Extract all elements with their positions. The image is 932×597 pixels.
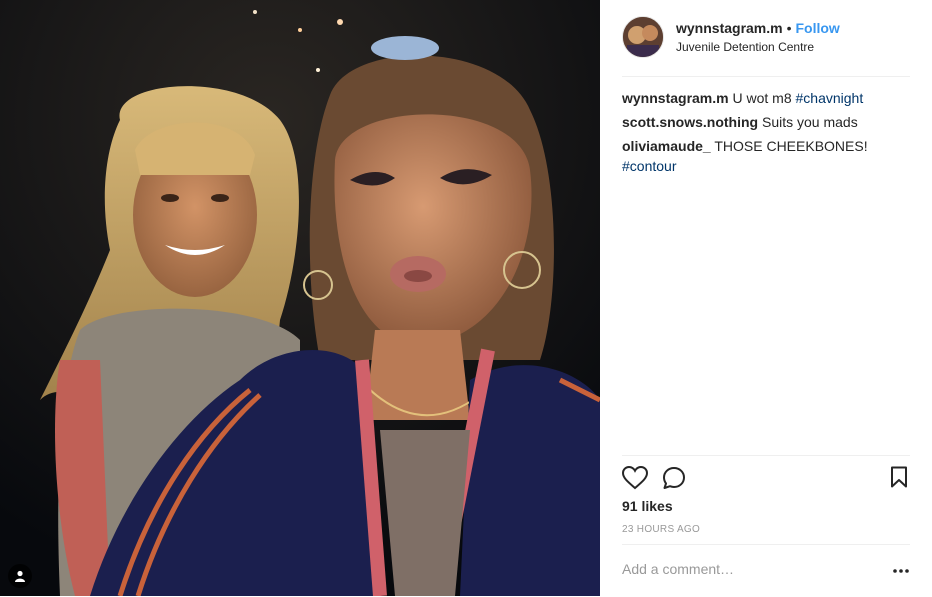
comment-username[interactable]: wynnstagram.m [622,90,729,106]
comment-input[interactable] [622,561,872,577]
follow-button[interactable]: Follow [796,20,840,36]
comments-list: wynnstagram.m U wot m8 #chavnight scott.… [622,88,910,180]
header-separator: • [786,20,792,36]
comment-text: THOSE CHEEKBONES! [714,138,868,154]
post-actions [622,455,910,502]
comment-text: Suits you mads [762,114,858,130]
comment-item: scott.snows.nothing Suits you mads [622,112,910,132]
post-photo[interactable] [0,0,600,596]
post-header: wynnstagram.m • Follow Juvenile Detention … [622,16,910,77]
post-timestamp[interactable]: 23 HOURS AGO [622,524,700,535]
post-details-panel: wynnstagram.m • Follow Juvenile Detention … [600,0,932,596]
comment-hashtag[interactable]: #contour [622,158,676,174]
photo-illustration [0,0,600,596]
add-comment-bar [622,544,910,597]
comment-text: U wot m8 [732,90,796,106]
more-options-icon[interactable] [892,563,910,577]
avatar[interactable] [622,16,664,58]
tagged-user-icon [15,570,25,582]
comment-icon[interactable] [662,466,686,490]
heart-icon[interactable] [622,466,648,490]
comment-item: wynnstagram.m U wot m8 #chavnight [622,88,910,108]
likes-count[interactable]: 91 likes [622,498,673,514]
tagged-user-button[interactable] [8,564,32,588]
post-username[interactable]: wynnstagram.m [676,20,783,36]
comment-item: oliviamaude_ THOSE CHEEKBONES! #contour [622,136,910,176]
comment-hashtag[interactable]: #chavnight [796,90,864,106]
avatar-image [623,17,663,57]
comment-username[interactable]: scott.snows.nothing [622,114,758,130]
comment-username[interactable]: oliviamaude_ [622,138,711,154]
bookmark-icon[interactable] [890,466,908,488]
post-location[interactable]: Juvenile Detention Centre [676,39,840,55]
